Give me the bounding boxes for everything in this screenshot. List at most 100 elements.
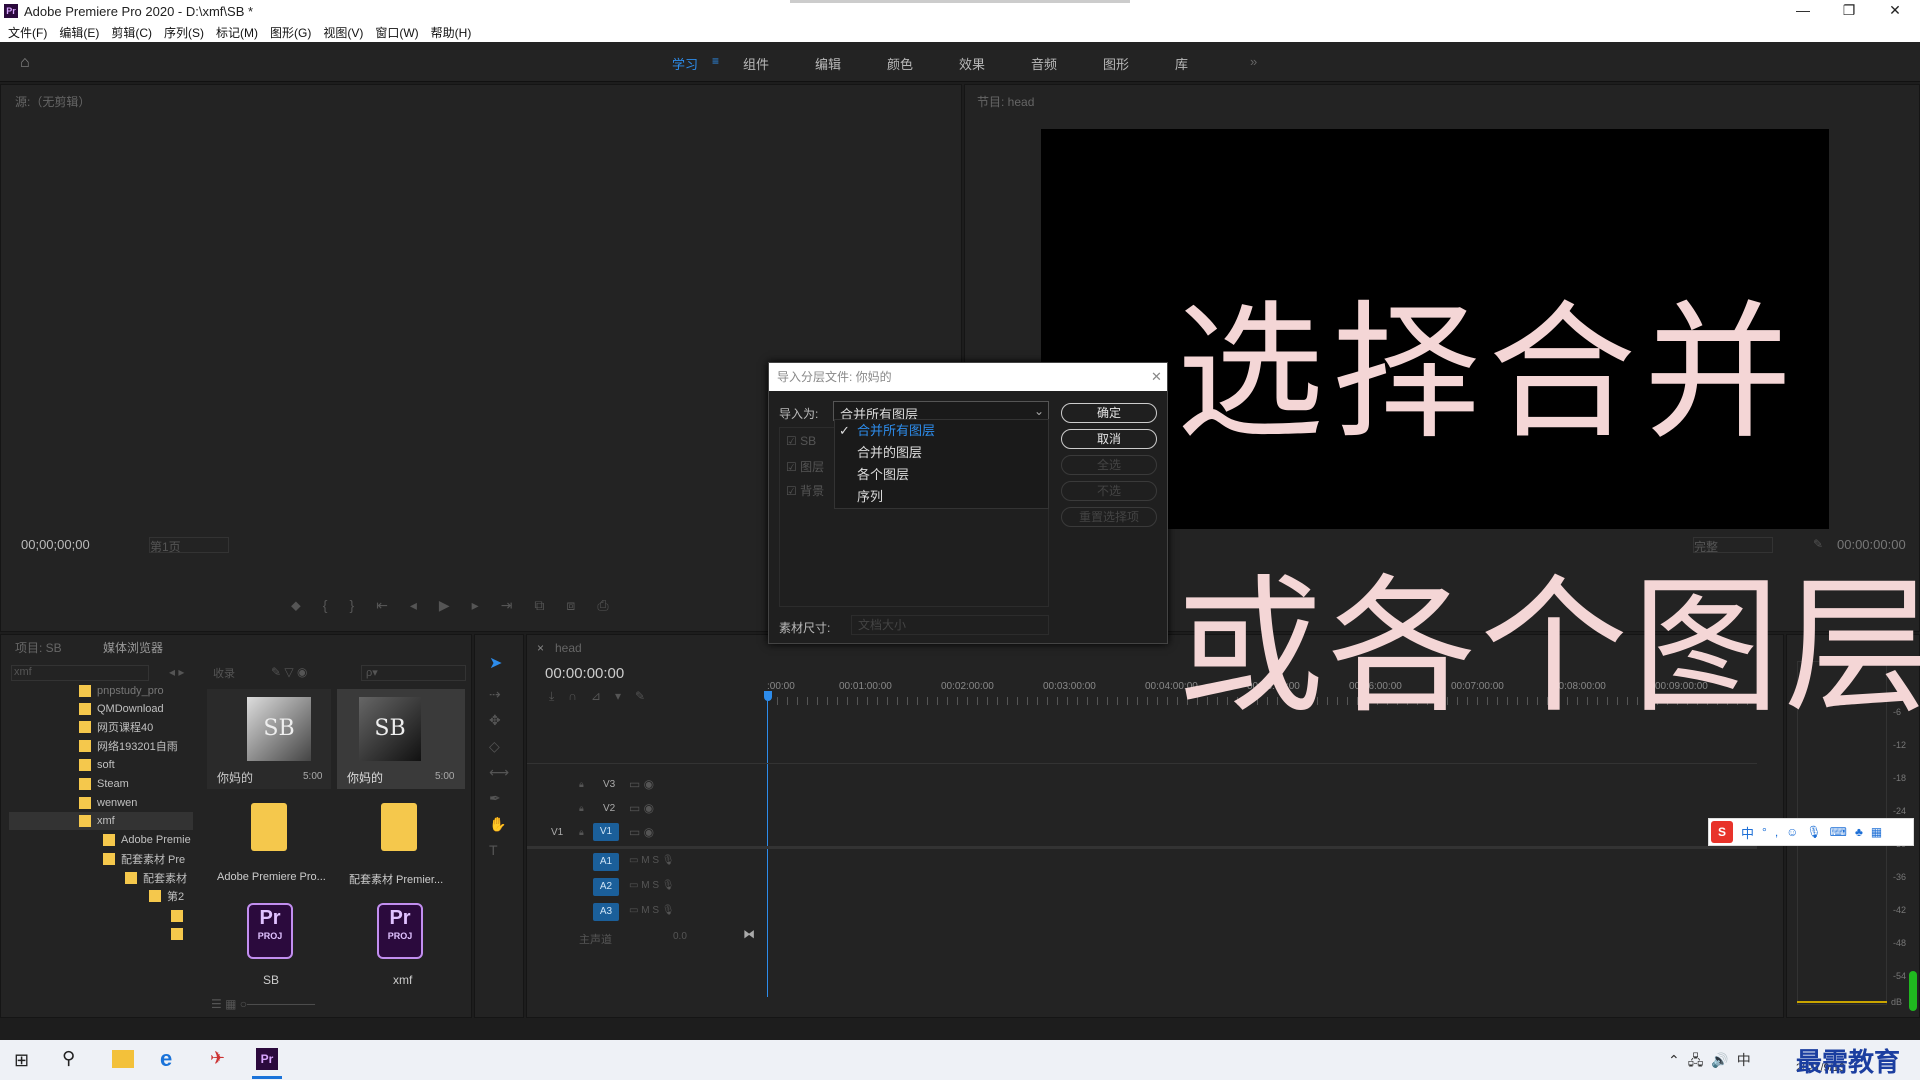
master-go-to-icon[interactable]: ⧓ <box>743 927 755 941</box>
media-search-input[interactable]: ρ▾ <box>361 665 466 681</box>
footage-size-select[interactable]: 文档大小 <box>851 615 1049 635</box>
dialog-close-icon[interactable]: ✕ <box>1151 369 1162 385</box>
search-icon[interactable]: ⚲ <box>62 1048 75 1069</box>
workspace-libraries[interactable]: 库 <box>1175 54 1188 73</box>
tray-icons[interactable]: ⌃🖧🔊中 <box>1668 1050 1759 1074</box>
track-sync-eye-icons[interactable]: ▭ ◉ <box>629 777 654 791</box>
view-toggle-icons[interactable]: ☰ ▦ ○──────── <box>211 997 315 1011</box>
program-timecode[interactable]: 00:00:00:00 <box>1837 537 1906 552</box>
dropdown-option[interactable]: 合并的图层 <box>835 442 1048 464</box>
ok-button[interactable]: 确定 <box>1061 403 1157 423</box>
source-panel-tab[interactable]: 源:（无剪辑） <box>15 93 90 110</box>
tree-item[interactable]: wenwen <box>79 794 137 812</box>
tree-item[interactable] <box>171 925 189 943</box>
timeline-close-icon[interactable]: × <box>537 641 544 655</box>
windows-start-icon[interactable]: ⊞ <box>14 1050 29 1071</box>
menu-file[interactable]: 文件(F) <box>8 24 47 41</box>
menu-marker[interactable]: 标记(M) <box>216 24 258 41</box>
lock-icon[interactable]: 🔒︎ <box>579 827 584 838</box>
source-transport-controls[interactable]: ⬥{}⇤◂▶▸⇥⧉⧈⎙ <box>291 597 631 614</box>
back-forward-icons[interactable]: ◂ ▸ <box>169 665 184 679</box>
cancel-button[interactable]: 取消 <box>1061 429 1157 449</box>
select-none-button[interactable]: 不选 <box>1061 481 1157 501</box>
sogou-logo-icon[interactable]: S <box>1711 821 1733 843</box>
tree-item[interactable]: 配套素材 <box>125 869 187 887</box>
import-as-select[interactable]: 合并所有图层 ⌄ <box>833 401 1049 422</box>
layer-row[interactable]: ☑ 图层 <box>786 458 824 475</box>
menu-edit[interactable]: 编辑(E) <box>59 24 99 41</box>
workspace-audio[interactable]: 音频 <box>1031 54 1057 73</box>
workspace-color[interactable]: 颜色 <box>887 54 913 73</box>
lock-icon[interactable]: 🔒︎ <box>579 779 584 790</box>
menu-help[interactable]: 帮助(H) <box>431 24 472 41</box>
filter-icons[interactable]: ✎ ▽ ◉ <box>271 665 307 679</box>
workspace-more-icon[interactable]: » <box>1250 54 1257 69</box>
tree-item[interactable]: QMDownload <box>79 700 164 718</box>
master-track-value[interactable]: 0.0 <box>673 931 687 942</box>
track-target-a1[interactable]: A1 <box>593 853 619 871</box>
menu-graphics[interactable]: 图形(G) <box>270 24 311 41</box>
media-thumb-selected[interactable]: SB 你妈的 5:00 <box>337 689 465 789</box>
file-explorer-icon[interactable] <box>112 1050 134 1068</box>
selection-tool-icon[interactable]: ➤ <box>489 653 502 673</box>
media-thumb[interactable]: Pr PROJ SB <box>207 899 331 999</box>
tree-item[interactable]: soft <box>79 756 115 774</box>
track-sync-eye-icons[interactable]: ▭ ◉ <box>629 825 654 839</box>
reset-selection-button[interactable]: 重置选择项 <box>1061 507 1157 527</box>
track-target-v1[interactable]: V1 <box>593 823 619 841</box>
ingest-checkbox[interactable]: 收录 <box>213 665 235 681</box>
tree-item[interactable]: Steam <box>79 775 129 793</box>
workspace-editing[interactable]: 编辑 <box>815 54 841 73</box>
media-browser-tab[interactable]: 媒体浏览器 <box>103 639 163 656</box>
project-tab[interactable]: 项目: SB <box>15 639 62 656</box>
edge-icon[interactable]: e <box>160 1046 172 1072</box>
media-thumb[interactable]: 配套素材 Premier... <box>337 795 465 895</box>
wrench-icon[interactable]: ✎ <box>1813 537 1823 551</box>
program-panel-tab[interactable]: 节目: head <box>977 93 1034 110</box>
close-button[interactable]: ✕ <box>1872 0 1918 22</box>
tree-item[interactable]: 配套素材 Pre <box>103 850 185 868</box>
audio-track-controls[interactable]: ▭ M S 🎙︎ <box>629 905 674 916</box>
dropdown-option[interactable]: 各个图层 <box>835 464 1048 486</box>
minimize-button[interactable]: — <box>1780 0 1826 22</box>
layer-row[interactable]: ☑ SB <box>786 434 816 448</box>
timeline-tool-icons[interactable]: ⤓∩⊿▾✎ <box>549 689 659 704</box>
media-thumb[interactable]: SB 你妈的 5:00 <box>207 689 331 789</box>
path-select[interactable]: xmf <box>11 665 149 681</box>
ime-mode[interactable]: 中 <box>1741 823 1754 842</box>
app-icon[interactable]: ✈ <box>210 1048 225 1069</box>
layer-row[interactable]: ☑ 背景 <box>786 482 824 499</box>
lock-icon[interactable]: 🔒︎ <box>579 803 584 814</box>
dropdown-option[interactable]: 序列 <box>835 486 1048 508</box>
tree-item[interactable]: Adobe Premie <box>103 831 191 849</box>
workspace-effects[interactable]: 效果 <box>959 54 985 73</box>
timeline-tab[interactable]: head <box>555 641 582 655</box>
tree-item-selected[interactable]: xmf <box>79 812 115 830</box>
workspace-assembly[interactable]: 组件 <box>743 54 769 73</box>
workspace-graphics[interactable]: 图形 <box>1103 54 1129 73</box>
program-fit-select[interactable]: 完整 <box>1693 537 1773 554</box>
menu-window[interactable]: 窗口(W) <box>375 24 418 41</box>
audio-track-controls[interactable]: ▭ M S 🎙︎ <box>629 880 674 891</box>
source-patch[interactable]: V1 <box>551 827 563 838</box>
select-all-button[interactable]: 全选 <box>1061 455 1157 475</box>
ime-tool-icons[interactable]: °,☺🎙⌨♣▦ <box>1762 825 1890 839</box>
dropdown-option-selected[interactable]: ✓ 合并所有图层 <box>835 420 1048 442</box>
tree-item[interactable]: pnpstudy_pro <box>79 682 164 700</box>
tool-icons[interactable]: ⇢ ✥ ◇ ⟷ ✒ ✋ T <box>489 681 509 863</box>
source-timecode[interactable]: 00;00;00;00 <box>21 537 90 552</box>
home-icon[interactable]: ⌂ <box>20 54 30 72</box>
tree-item[interactable] <box>171 907 189 925</box>
workspace-learn[interactable]: 学习 <box>672 54 698 73</box>
source-page-select[interactable]: 第1页 <box>149 537 229 554</box>
track-target-a3[interactable]: A3 <box>593 903 619 921</box>
track-sync-eye-icons[interactable]: ▭ ◉ <box>629 801 654 815</box>
workspace-menu-icon[interactable]: ≡ <box>712 54 719 68</box>
menu-clip[interactable]: 剪辑(C) <box>111 24 152 41</box>
tree-item[interactable]: 网页课程40 <box>79 718 153 736</box>
menu-view[interactable]: 视图(V) <box>323 24 363 41</box>
audio-track-controls[interactable]: ▭ M S 🎙︎ <box>629 855 674 866</box>
track-target-a2[interactable]: A2 <box>593 878 619 896</box>
media-thumb[interactable]: Adobe Premiere Pro... <box>207 795 331 895</box>
media-thumb[interactable]: Pr PROJ xmf <box>337 899 465 999</box>
